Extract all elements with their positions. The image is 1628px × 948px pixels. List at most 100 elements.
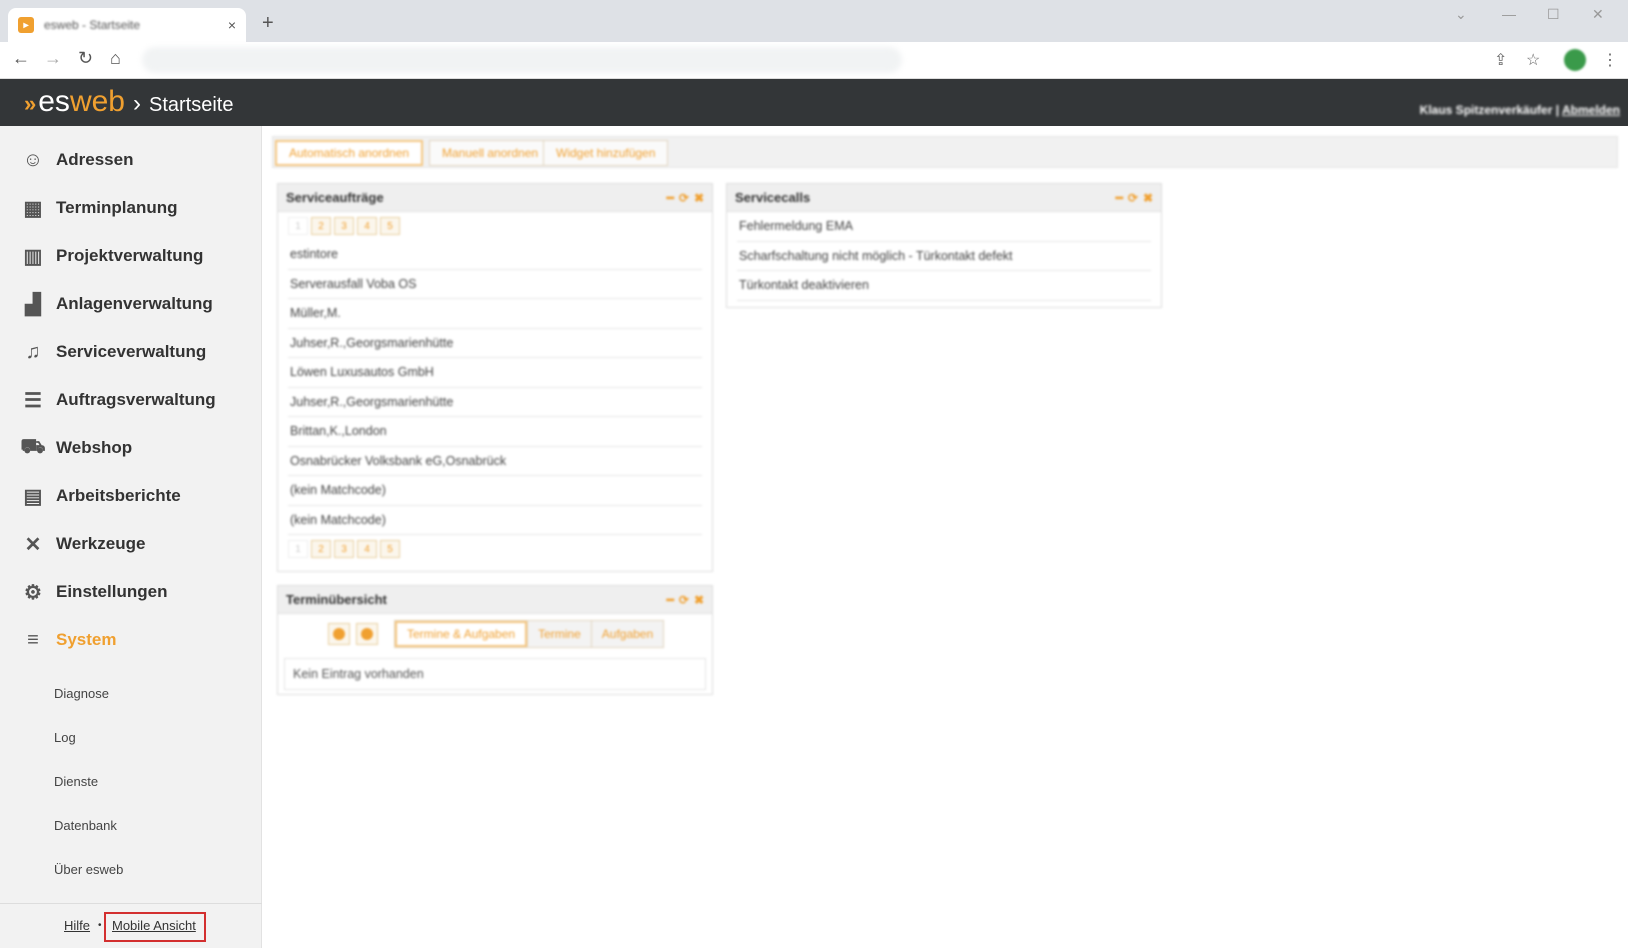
list-item[interactable]: (kein Matchcode) xyxy=(288,476,702,506)
sidebar-item-arbeitsberichte[interactable]: ▤ Arbeitsberichte xyxy=(20,479,181,513)
sidebar-item-label: Terminplanung xyxy=(56,198,178,217)
refresh-widget-icon[interactable]: ⟳ xyxy=(1128,191,1138,205)
widget-title: Servicecalls xyxy=(735,190,811,205)
page-button[interactable]: 1 xyxy=(288,540,308,558)
logo-web: web xyxy=(69,85,125,118)
forward-icon[interactable]: → xyxy=(44,48,62,69)
subitem-dienste[interactable]: Dienste xyxy=(54,774,98,789)
list-item[interactable]: Serverausfall Voba OS xyxy=(288,270,702,299)
list-item[interactable]: Müller,M. xyxy=(288,299,702,329)
tab-search-icon[interactable]: ⌄ xyxy=(1455,6,1467,23)
widget-header: Servicecalls ━ ⟳ ✖ xyxy=(727,184,1161,212)
next-circle-icon xyxy=(361,628,373,640)
list-item[interactable]: (kein Matchcode) xyxy=(288,506,702,535)
subitem-ueber-esweb[interactable]: Über esweb xyxy=(54,862,123,877)
next-button[interactable] xyxy=(356,623,378,645)
tab-termine[interactable]: Termine xyxy=(527,621,591,647)
headset-icon: ♫ xyxy=(25,340,41,363)
bookmark-star-icon[interactable]: ☆ xyxy=(1526,50,1540,70)
sidebar-item-terminplanung[interactable]: ▦ Terminplanung xyxy=(20,191,178,225)
page-button[interactable]: 2 xyxy=(311,540,331,558)
sidebar-item-label: Serviceverwaltung xyxy=(56,342,207,361)
refresh-widget-icon[interactable]: ⟳ xyxy=(679,191,689,205)
list-item[interactable]: Löwen Luxusautos GmbH xyxy=(288,358,702,388)
back-icon[interactable]: ← xyxy=(12,48,30,69)
home-icon[interactable]: ⌂ xyxy=(110,48,121,69)
list-item[interactable]: Osnabrücker Volksbank eG,Osnabrück xyxy=(288,447,702,476)
minimize-icon[interactable]: — xyxy=(1502,6,1516,22)
page-button[interactable]: 3 xyxy=(334,217,354,235)
widget-header: Serviceaufträge ━ ⟳ ✖ xyxy=(278,184,712,212)
breadcrumb-separator-icon: › xyxy=(132,90,141,117)
page-button[interactable]: 1 xyxy=(288,217,308,235)
minimize-widget-icon[interactable]: ━ xyxy=(667,593,674,607)
sidebar-item-webshop[interactable]: ⛟ Webshop xyxy=(20,431,132,465)
clipboard-icon: ▤ xyxy=(23,485,43,508)
address-book-icon: ☺ xyxy=(22,148,44,171)
help-link[interactable]: Hilfe xyxy=(64,918,90,933)
new-tab-icon[interactable]: + xyxy=(262,12,274,35)
close-widget-icon[interactable]: ✖ xyxy=(1143,191,1153,205)
page-button[interactable]: 4 xyxy=(357,540,377,558)
list-item[interactable]: Juhser,R.,Georgsmarienhütte xyxy=(288,329,702,358)
shopping-cart-icon: ⛟ xyxy=(20,435,46,458)
factory-icon: ▟ xyxy=(25,293,41,316)
profile-avatar[interactable] xyxy=(1564,49,1586,71)
page-button[interactable]: 3 xyxy=(334,540,354,558)
sidebar-item-label: Webshop xyxy=(56,438,133,457)
dashboard-actions: Automatisch anordnen Manuell anordnen Wi… xyxy=(272,136,1618,168)
browser-menu-icon[interactable]: ⋮ xyxy=(1602,50,1618,70)
sidebar-footer-divider xyxy=(0,903,262,904)
close-widget-icon[interactable]: ✖ xyxy=(694,593,704,607)
sidebar-item-werkzeuge[interactable]: ✕ Werkzeuge xyxy=(20,527,146,561)
app-header: » es web › Startseite Klaus Spitzenverkä… xyxy=(0,79,1628,126)
sidebar-item-label: Projektverwaltung xyxy=(56,246,204,265)
browser-toolbar: ← → ↻ ⌂ ⇪ ☆ ⋮ xyxy=(0,42,1628,79)
address-bar[interactable] xyxy=(142,47,902,73)
tab-close-icon[interactable]: × xyxy=(228,17,236,33)
reload-icon[interactable]: ↻ xyxy=(78,48,93,69)
tab-aufgaben[interactable]: Aufgaben xyxy=(590,621,664,647)
close-widget-icon[interactable]: ✖ xyxy=(694,191,704,205)
list-item[interactable]: estintore xyxy=(288,240,702,270)
logout-link[interactable]: Abmelden xyxy=(1562,103,1620,117)
footer-dot: • xyxy=(98,920,102,931)
sidebar-item-auftragsverwaltung[interactable]: ☰ Auftragsverwaltung xyxy=(20,383,216,417)
window-close-icon[interactable]: ✕ xyxy=(1592,6,1604,23)
auto-arrange-button[interactable]: Automatisch anordnen xyxy=(275,140,424,166)
add-widget-button[interactable]: Widget hinzufügen xyxy=(543,140,669,166)
mobile-view-link[interactable]: Mobile Ansicht xyxy=(112,918,196,933)
minimize-widget-icon[interactable]: ━ xyxy=(667,191,674,205)
list-item[interactable]: Juhser,R.,Georgsmarienhütte xyxy=(288,388,702,417)
sidebar-item-serviceverwaltung[interactable]: ♫ Serviceverwaltung xyxy=(20,335,207,369)
refresh-widget-icon[interactable]: ⟳ xyxy=(679,593,689,607)
pager-bottom: 1 2 3 4 5 xyxy=(278,535,712,563)
page-button[interactable]: 5 xyxy=(380,217,400,235)
browser-tab[interactable]: ▸ esweb - Startseite × xyxy=(8,8,246,42)
sidebar-item-system[interactable]: ≡ System xyxy=(20,623,116,657)
page-button[interactable]: 2 xyxy=(311,217,331,235)
maximize-icon[interactable]: ☐ xyxy=(1547,6,1560,23)
esweb-logo[interactable]: » es web › Startseite xyxy=(24,85,233,119)
previous-button[interactable] xyxy=(328,623,350,645)
widget-title: Terminübersicht xyxy=(286,592,387,607)
sidebar-item-anlagenverwaltung[interactable]: ▟ Anlagenverwaltung xyxy=(20,287,213,321)
widget-header: Terminübersicht ━ ⟳ ✖ xyxy=(278,586,712,614)
list-item[interactable]: Scharfschaltung nicht möglich - Türkonta… xyxy=(737,242,1151,271)
sidebar-item-projektverwaltung[interactable]: ▥ Projektverwaltung xyxy=(20,239,204,273)
sidebar-item-adressen[interactable]: ☺ Adressen xyxy=(20,143,134,177)
page-button[interactable]: 4 xyxy=(357,217,377,235)
page-button[interactable]: 5 xyxy=(380,540,400,558)
subitem-diagnose[interactable]: Diagnose xyxy=(54,686,109,701)
list-item[interactable]: Türkontakt deaktivieren xyxy=(737,271,1151,301)
minimize-widget-icon[interactable]: ━ xyxy=(1116,191,1123,205)
share-icon[interactable]: ⇪ xyxy=(1494,50,1507,70)
subitem-log[interactable]: Log xyxy=(54,730,76,745)
subitem-datenbank[interactable]: Datenbank xyxy=(54,818,117,833)
project-grid-icon: ▥ xyxy=(23,245,43,268)
list-item[interactable]: Fehlermeldung EMA xyxy=(737,212,1151,242)
manual-arrange-button[interactable]: Manuell anordnen xyxy=(429,140,552,166)
list-item[interactable]: Brittan,K.,London xyxy=(288,417,702,447)
sidebar-item-einstellungen[interactable]: ⚙ Einstellungen xyxy=(20,575,167,609)
tab-termine-aufgaben[interactable]: Termine & Aufgaben xyxy=(395,621,528,647)
